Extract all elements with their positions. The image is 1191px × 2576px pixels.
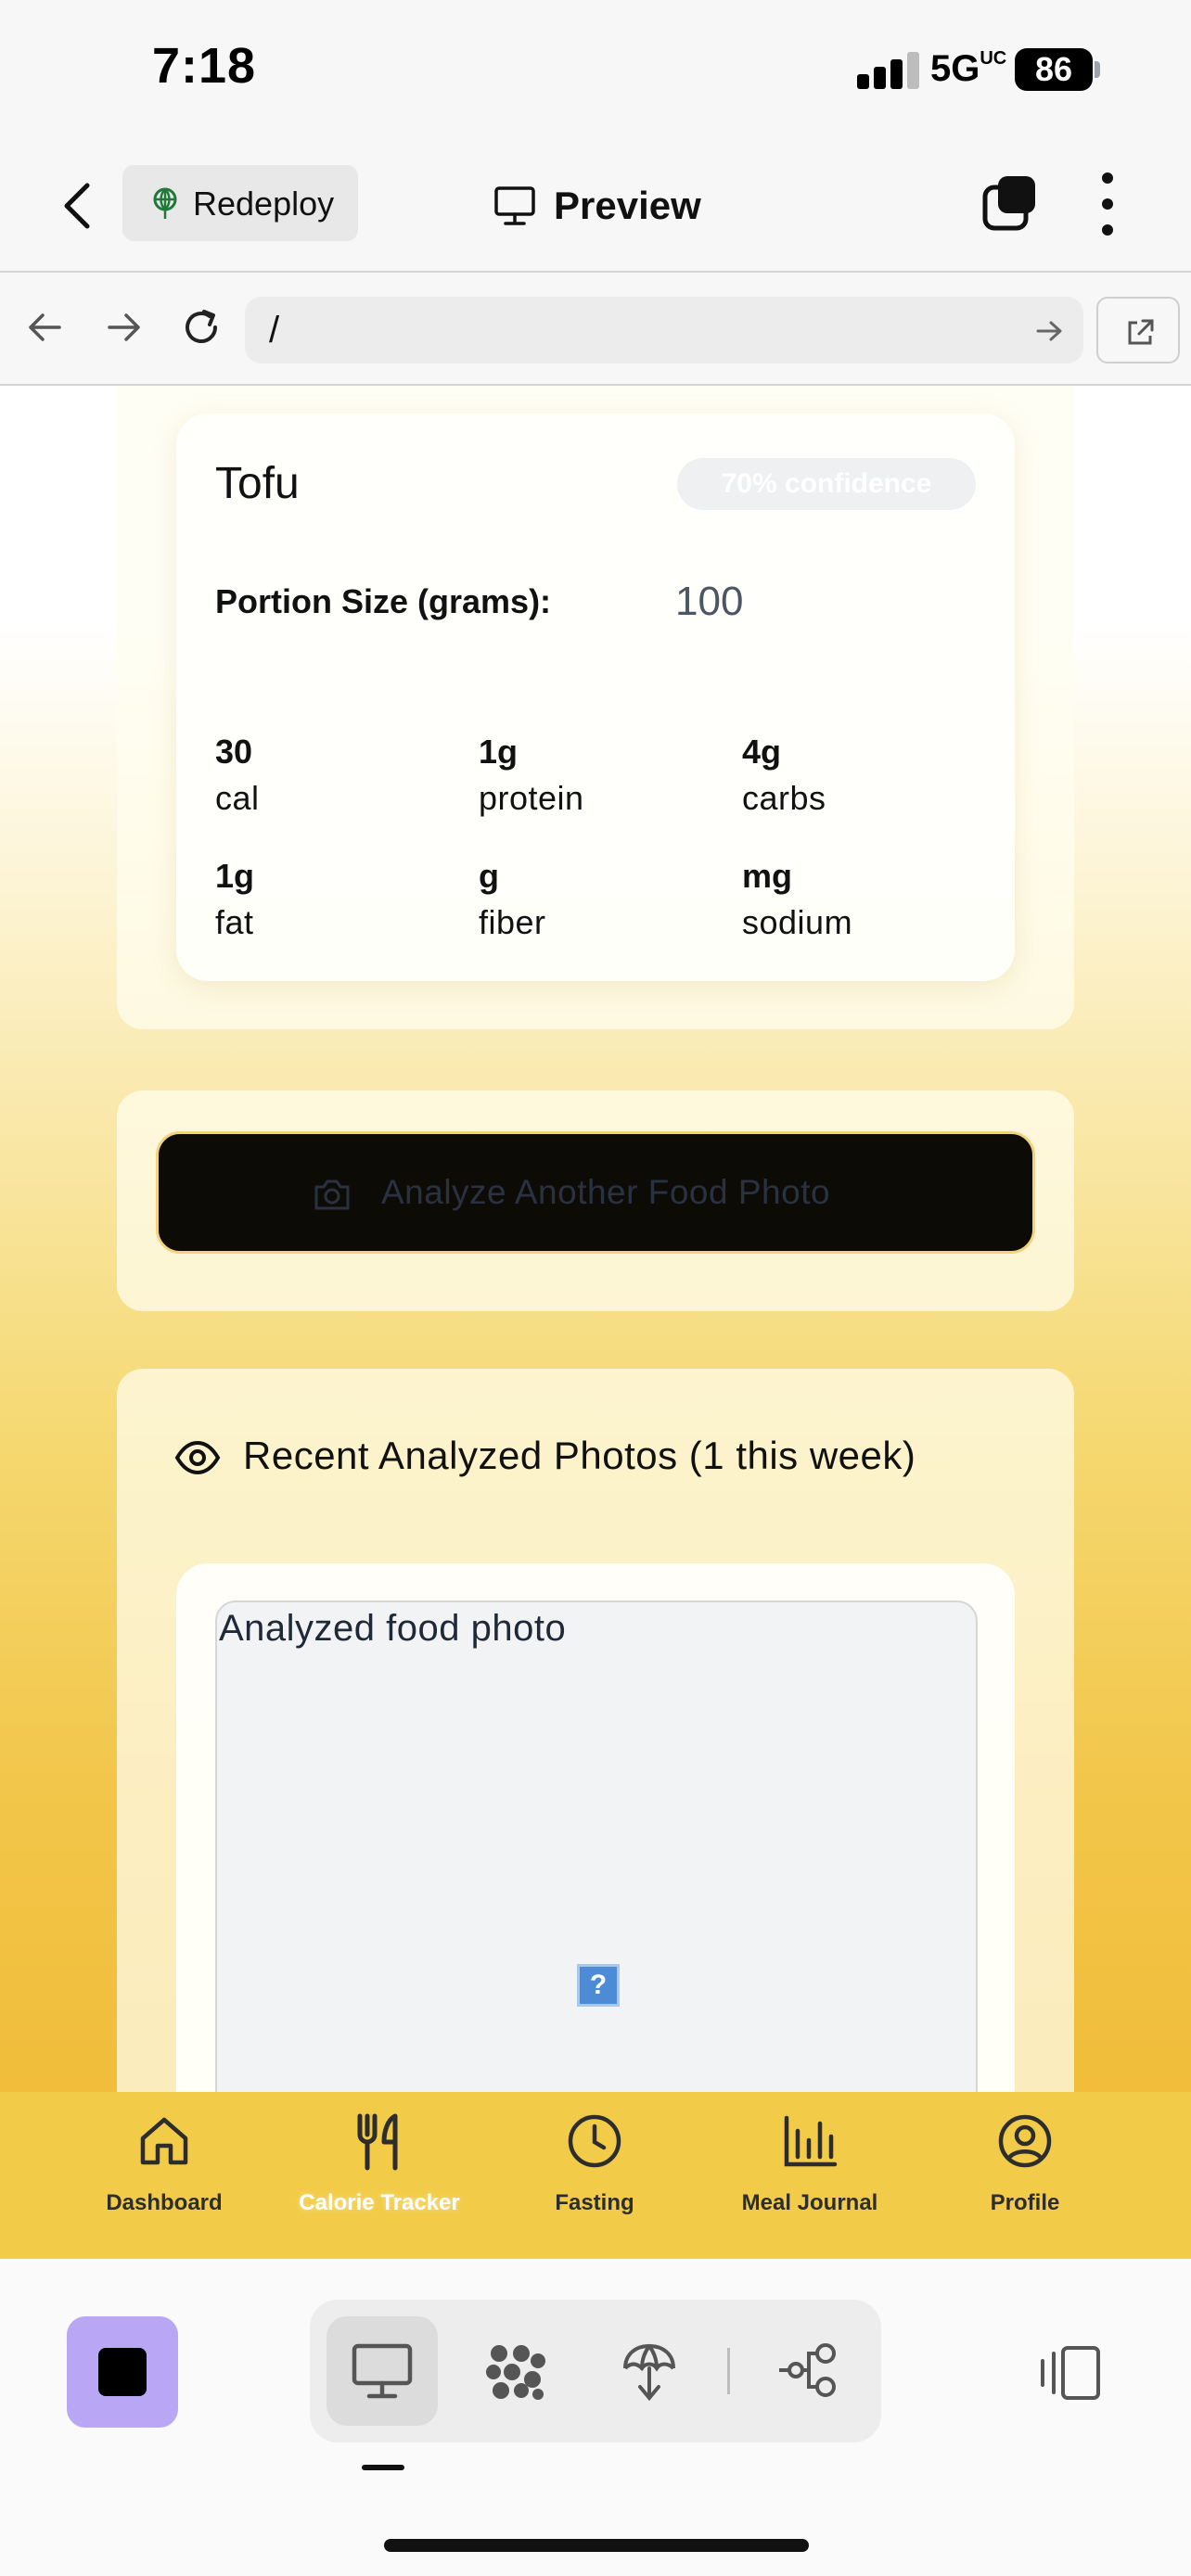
recent-photo-card: Analyzed food photo ?	[176, 1563, 1015, 2092]
broken-image-icon: ?	[577, 1964, 620, 2007]
nav-profile[interactable]: Profile	[918, 2111, 1132, 2216]
nutrition-card: Tofu 70% confidence Portion Size (grams)…	[176, 414, 1015, 981]
analyze-another-photo-button[interactable]: Analyze Another Food Photo	[156, 1131, 1035, 1254]
deploy-icon	[153, 187, 177, 219]
monitor-icon	[352, 2343, 413, 2399]
go-arrow-icon[interactable]	[1035, 319, 1063, 343]
status-bar: 7:18 5GUC 86	[0, 0, 1191, 139]
url-bar: /	[0, 274, 1191, 386]
redeploy-label: Redeploy	[193, 185, 335, 223]
tabs-icon[interactable]	[981, 174, 1039, 232]
bar-chart-icon	[784, 2115, 838, 2167]
nutrient-sodium: mg sodium	[742, 857, 853, 941]
battery-tip	[1095, 61, 1100, 78]
network-label: 5GUC	[930, 48, 1007, 89]
home-indicator	[384, 2539, 809, 2552]
nutrient-protein: 1g protein	[479, 733, 584, 817]
arrow-right-icon[interactable]	[100, 304, 147, 351]
workflow-button[interactable]	[751, 2316, 863, 2426]
analyze-section: Analyze Another Food Photo	[117, 1090, 1074, 1311]
food-name: Tofu	[215, 459, 300, 508]
analyze-button-label: Analyze Another Food Photo	[381, 1173, 831, 1211]
redeploy-button[interactable]: Redeploy	[122, 165, 358, 241]
side-panel-icon[interactable]	[1035, 2344, 1102, 2402]
tool-bar	[0, 2259, 1191, 2576]
nav-fasting[interactable]: Fasting	[488, 2111, 701, 2216]
cellular-signal-icon	[857, 52, 920, 89]
stop-button[interactable]	[67, 2316, 178, 2428]
nutrient-fiber: g fiber	[479, 857, 546, 941]
external-link-icon	[1128, 319, 1154, 345]
clock-icon	[568, 2114, 621, 2168]
status-time: 7:18	[152, 38, 257, 94]
reload-icon[interactable]	[178, 304, 224, 351]
battery-icon: 86	[1015, 48, 1093, 91]
stop-icon	[98, 2348, 147, 2396]
nav-calorie-tracker[interactable]: Calorie Tracker	[273, 2111, 486, 2216]
home-icon	[140, 2117, 188, 2165]
recent-photos-title: Recent Analyzed Photos (1 this week)	[243, 1434, 916, 1477]
view-switcher	[310, 2300, 881, 2442]
deploy-button[interactable]	[594, 2316, 705, 2426]
nav-dashboard[interactable]: Dashboard	[58, 2111, 271, 2216]
bottom-navigation: Dashboard Calorie Tracker Fasting Meal J…	[0, 2092, 1191, 2259]
utensils-icon	[357, 2113, 398, 2171]
url-input[interactable]: /	[245, 297, 1083, 363]
photo-alt-text: Analyzed food photo	[219, 1608, 567, 1649]
nutrient-calories: 30 cal	[215, 733, 260, 817]
arrow-left-icon[interactable]	[22, 304, 69, 351]
preview-label: Preview	[554, 184, 701, 227]
nutrient-fat: 1g fat	[215, 857, 255, 941]
portion-label: Portion Size (grams):	[215, 582, 552, 620]
portion-input[interactable]: 100	[675, 579, 743, 625]
more-options-icon[interactable]	[1100, 172, 1115, 237]
desktop-view-button[interactable]	[327, 2316, 438, 2426]
recent-photos-section: Recent Analyzed Photos (1 this week) Ana…	[117, 1369, 1074, 2092]
app-header: Redeploy Preview	[0, 139, 1191, 273]
nutrition-section: Tofu 70% confidence Portion Size (grams)…	[117, 386, 1074, 1029]
integrations-button[interactable]	[460, 2316, 571, 2426]
monitor-icon	[494, 186, 535, 225]
tool-divider	[727, 2348, 730, 2394]
back-chevron-icon[interactable]	[56, 180, 102, 232]
camera-icon	[314, 1180, 350, 1210]
deploy-icon	[623, 2343, 675, 2402]
confidence-badge: 70% confidence	[677, 458, 976, 510]
analyzed-photo[interactable]: Analyzed food photo ?	[215, 1600, 978, 2092]
web-content[interactable]: Tofu 70% confidence Portion Size (grams)…	[0, 386, 1191, 2092]
eye-icon	[174, 1440, 221, 1475]
active-tab-indicator	[362, 2465, 404, 2470]
workflow-icon	[779, 2343, 836, 2397]
network-grid-icon	[486, 2345, 545, 2400]
user-circle-icon	[998, 2114, 1052, 2168]
url-text: /	[269, 310, 280, 351]
nutrient-carbs: 4g carbs	[742, 733, 826, 817]
open-external-button[interactable]	[1096, 297, 1180, 363]
nav-meal-journal[interactable]: Meal Journal	[703, 2111, 916, 2216]
